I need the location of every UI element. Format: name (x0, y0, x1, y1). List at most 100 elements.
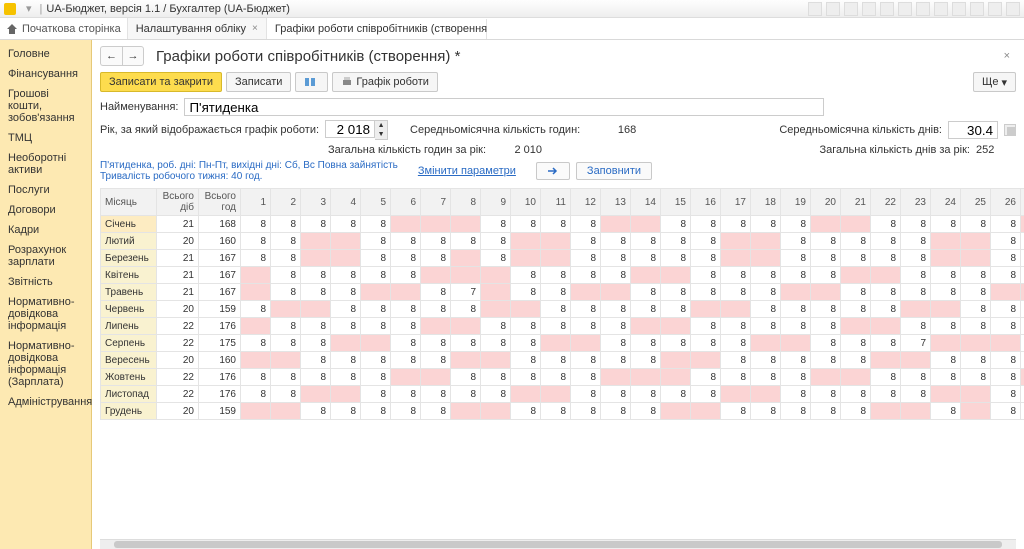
day-cell[interactable] (481, 301, 511, 318)
day-cell[interactable]: 8 (391, 352, 421, 369)
day-cell[interactable] (511, 250, 541, 267)
day-cell[interactable] (691, 352, 721, 369)
day-cell[interactable]: 8 (781, 369, 811, 386)
day-cell[interactable]: 8 (691, 318, 721, 335)
day-cell[interactable]: 8 (871, 250, 901, 267)
year-input[interactable] (325, 120, 375, 138)
day-cell[interactable]: 8 (811, 352, 841, 369)
day-cell[interactable]: 8 (901, 250, 931, 267)
table-row[interactable]: Січень211688888888888888888888 (101, 216, 1024, 233)
total-days-cell[interactable]: 21 (157, 216, 199, 233)
day-cell[interactable] (481, 284, 511, 301)
day-cell[interactable]: 8 (421, 352, 451, 369)
day-cell[interactable]: 8 (811, 403, 841, 420)
day-cell[interactable] (661, 267, 691, 284)
nav-forward-button[interactable]: → (122, 46, 144, 66)
day-cell[interactable]: 8 (571, 369, 601, 386)
day-cell[interactable]: 8 (631, 250, 661, 267)
month-cell[interactable]: Червень (101, 301, 157, 318)
day-cell[interactable] (991, 335, 1021, 352)
day-cell[interactable] (511, 386, 541, 403)
day-cell[interactable]: 8 (661, 386, 691, 403)
day-cell[interactable]: 8 (841, 335, 871, 352)
day-cell[interactable]: 8 (781, 403, 811, 420)
dropdown-icon[interactable]: ▾ (26, 2, 32, 15)
day-cell[interactable] (751, 335, 781, 352)
col-day[interactable]: 21 (841, 189, 871, 216)
day-cell[interactable]: 8 (871, 386, 901, 403)
day-cell[interactable]: 8 (871, 335, 901, 352)
day-cell[interactable] (451, 216, 481, 233)
day-cell[interactable]: 8 (841, 386, 871, 403)
table-row[interactable]: Березень21167888888888888888888 (101, 250, 1024, 267)
day-cell[interactable]: 8 (841, 352, 871, 369)
day-cell[interactable] (391, 369, 421, 386)
fill-button[interactable]: Заповнити (576, 162, 652, 180)
day-cell[interactable] (331, 386, 361, 403)
month-cell[interactable]: Лютий (101, 233, 157, 250)
total-days-cell[interactable]: 21 (157, 250, 199, 267)
day-cell[interactable] (931, 250, 961, 267)
day-cell[interactable]: 8 (391, 250, 421, 267)
day-cell[interactable]: 8 (571, 352, 601, 369)
day-cell[interactable]: 8 (811, 250, 841, 267)
day-cell[interactable] (541, 233, 571, 250)
day-cell[interactable]: 8 (511, 403, 541, 420)
sidebar-item[interactable]: Послуги (0, 180, 91, 200)
day-cell[interactable]: 8 (661, 250, 691, 267)
day-cell[interactable]: 8 (571, 267, 601, 284)
print-schedule-button[interactable]: Графік роботи (332, 72, 438, 92)
day-cell[interactable]: 8 (751, 267, 781, 284)
day-cell[interactable] (931, 386, 961, 403)
day-cell[interactable] (961, 403, 991, 420)
day-cell[interactable]: 8 (481, 386, 511, 403)
day-cell[interactable] (241, 352, 271, 369)
col-day[interactable]: 3 (301, 189, 331, 216)
day-cell[interactable]: 8 (901, 318, 931, 335)
day-cell[interactable]: 8 (811, 301, 841, 318)
day-cell[interactable] (961, 335, 991, 352)
day-cell[interactable]: 8 (991, 301, 1021, 318)
avg-days-input[interactable] (948, 121, 998, 139)
table-row[interactable]: Вересень201608888888888888888888 (101, 352, 1024, 369)
day-cell[interactable]: 8 (661, 335, 691, 352)
day-cell[interactable]: 8 (511, 352, 541, 369)
day-cell[interactable]: 8 (361, 301, 391, 318)
total-hours-cell[interactable]: 159 (199, 301, 241, 318)
day-cell[interactable]: 8 (691, 284, 721, 301)
day-cell[interactable]: 8 (241, 335, 271, 352)
day-cell[interactable]: 8 (961, 369, 991, 386)
day-cell[interactable]: 8 (331, 216, 361, 233)
spin-up-icon[interactable]: ▲ (375, 121, 387, 130)
col-day[interactable]: 8 (451, 189, 481, 216)
total-days-cell[interactable]: 22 (157, 369, 199, 386)
total-hours-cell[interactable]: 176 (199, 318, 241, 335)
day-cell[interactable]: 8 (751, 369, 781, 386)
table-row[interactable]: Липень2217688888888888888888888 (101, 318, 1024, 335)
day-cell[interactable] (931, 233, 961, 250)
day-cell[interactable] (481, 352, 511, 369)
day-cell[interactable]: 8 (841, 284, 871, 301)
day-cell[interactable]: 8 (391, 335, 421, 352)
day-cell[interactable] (961, 250, 991, 267)
day-cell[interactable]: 8 (511, 318, 541, 335)
day-cell[interactable]: 8 (721, 267, 751, 284)
day-cell[interactable] (721, 386, 751, 403)
total-days-cell[interactable]: 20 (157, 301, 199, 318)
day-cell[interactable]: 8 (631, 403, 661, 420)
day-cell[interactable]: 8 (361, 216, 391, 233)
total-days-cell[interactable]: 20 (157, 352, 199, 369)
day-cell[interactable] (781, 284, 811, 301)
name-input[interactable] (184, 98, 824, 116)
day-cell[interactable] (391, 284, 421, 301)
day-cell[interactable] (421, 267, 451, 284)
sidebar-item[interactable]: Нормативно-довідкова інформація (Зарплат… (0, 336, 91, 392)
day-cell[interactable]: 8 (841, 301, 871, 318)
total-days-cell[interactable]: 20 (157, 233, 199, 250)
day-cell[interactable]: 8 (781, 216, 811, 233)
day-cell[interactable]: 8 (601, 301, 631, 318)
total-days-cell[interactable]: 22 (157, 386, 199, 403)
day-cell[interactable] (301, 386, 331, 403)
col-day[interactable]: 4 (331, 189, 361, 216)
day-cell[interactable]: 8 (331, 352, 361, 369)
